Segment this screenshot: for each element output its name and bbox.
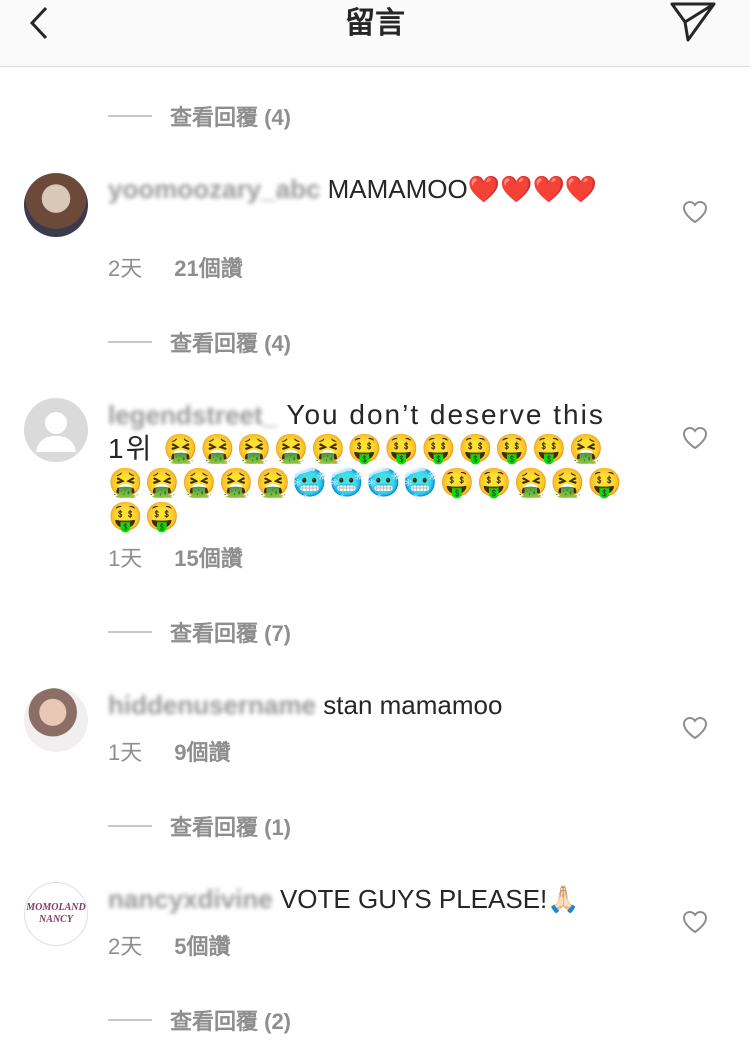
comment-text: yoomoozary_abc MAMAMOO❤️❤️❤️❤️ bbox=[108, 172, 628, 206]
view-replies-link[interactable]: 查看回覆 (1) bbox=[108, 806, 291, 846]
default-avatar-icon bbox=[36, 412, 76, 452]
comment-body: stan mamamoo bbox=[316, 690, 503, 720]
view-replies-label: 查看回覆 (1) bbox=[170, 815, 292, 840]
avatar[interactable] bbox=[24, 688, 88, 752]
view-replies-link[interactable]: 查看回覆 (2) bbox=[108, 1000, 291, 1040]
divider bbox=[108, 825, 152, 827]
divider bbox=[108, 1019, 152, 1021]
likes-count[interactable]: 15個讚 bbox=[174, 546, 242, 571]
heart-icon[interactable] bbox=[682, 426, 708, 450]
view-replies-label: 查看回覆 (7) bbox=[170, 621, 292, 646]
view-replies-label: 查看回覆 (2) bbox=[170, 1009, 292, 1034]
divider bbox=[108, 341, 152, 343]
comment-text: nancyxdivine VOTE GUYS PLEASE!🙏🏻 bbox=[108, 882, 628, 916]
comment-time: 1天 bbox=[108, 740, 143, 765]
comment-time: 2天 bbox=[108, 256, 143, 281]
avatar[interactable]: MOMOLAND NANCY bbox=[24, 882, 88, 946]
divider bbox=[108, 115, 152, 117]
comment-meta: 2天 21個讚 bbox=[108, 254, 243, 284]
comment-time: 2天 bbox=[108, 934, 143, 959]
likes-count[interactable]: 9個讚 bbox=[174, 740, 230, 765]
username[interactable]: yoomoozary_abc bbox=[108, 174, 320, 204]
comment-body: MAMAMOO❤️❤️❤️❤️ bbox=[320, 174, 598, 204]
avatar-text-line: NANCY bbox=[39, 914, 73, 925]
view-replies-link[interactable]: 查看回覆 (4) bbox=[108, 96, 291, 136]
comment-meta: 2天 5個讚 bbox=[108, 932, 231, 962]
comment-text: hiddenusername stan mamamoo bbox=[108, 688, 628, 722]
heart-icon[interactable] bbox=[682, 910, 708, 934]
likes-count[interactable]: 21個讚 bbox=[174, 256, 242, 281]
comment-time: 1天 bbox=[108, 546, 143, 571]
username[interactable]: hiddenusername bbox=[108, 690, 316, 720]
comment-body: VOTE GUYS PLEASE!🙏🏻 bbox=[272, 884, 580, 914]
view-replies-link[interactable]: 查看回覆 (7) bbox=[108, 612, 291, 652]
divider bbox=[108, 631, 152, 633]
comment-meta: 1天 15個讚 bbox=[108, 544, 243, 574]
avatar-text-line: MOMOLAND bbox=[26, 902, 86, 913]
page-title: 留言 bbox=[345, 7, 405, 40]
view-replies-link[interactable]: 查看回覆 (4) bbox=[108, 322, 291, 362]
avatar[interactable] bbox=[24, 173, 88, 237]
comment-text: legendstreet_ You don’t deserve this 1위 … bbox=[108, 398, 628, 534]
top-bar: 留言 bbox=[0, 0, 750, 67]
send-icon[interactable] bbox=[668, 0, 718, 44]
comment-meta: 1天 9個讚 bbox=[108, 738, 231, 768]
view-replies-label: 查看回覆 (4) bbox=[170, 105, 292, 130]
heart-icon[interactable] bbox=[682, 716, 708, 740]
username[interactable]: legendstreet_ bbox=[108, 400, 277, 430]
view-replies-label: 查看回覆 (4) bbox=[170, 331, 292, 356]
username[interactable]: nancyxdivine bbox=[108, 884, 273, 914]
avatar[interactable] bbox=[24, 398, 88, 462]
likes-count[interactable]: 5個讚 bbox=[174, 934, 230, 959]
heart-icon[interactable] bbox=[682, 200, 708, 224]
